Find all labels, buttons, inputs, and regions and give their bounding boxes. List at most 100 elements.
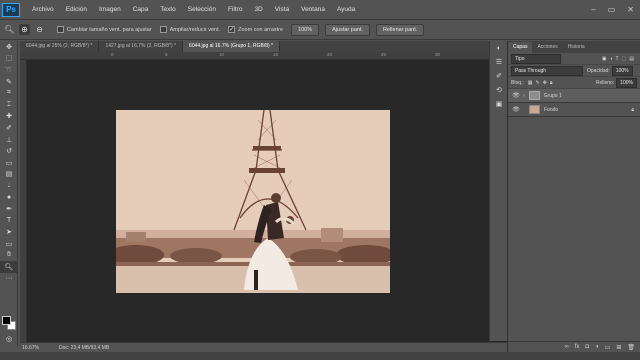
resize-windows-checkbox[interactable] [57, 26, 64, 33]
horizontal-ruler: 0 5 10 15 20 25 30 [20, 52, 507, 60]
canvas-area[interactable] [27, 60, 507, 342]
properties-panel-icon[interactable]: ▣ [490, 97, 508, 111]
brush-tool-icon[interactable]: ✐ [0, 122, 18, 134]
more-tools-icon[interactable]: ··· [0, 273, 18, 285]
adjustments-panel-icon[interactable]: ☰ [490, 55, 508, 69]
zoom-in-icon[interactable]: ⊕ [19, 24, 30, 35]
document-tabs: 6044.jpg al 25% (2, RGB/8*) * 1427.jpg a… [20, 41, 507, 52]
layer-row[interactable]: 👁︎ › Grupo 1 [508, 89, 640, 103]
history-brush-icon[interactable]: ↺ [0, 145, 18, 157]
tab-capas[interactable]: Capas [508, 42, 533, 53]
fit-screen-button[interactable]: Ajustar pant. [325, 23, 371, 36]
hand-tool-icon[interactable]: ✋︎ [0, 250, 18, 262]
fill-field[interactable]: 100% [616, 77, 637, 88]
new-layer-icon[interactable]: ⊞ [616, 344, 621, 351]
document-tab[interactable]: 6044.jpg al 25% (2, RGB/8*) * [20, 41, 100, 52]
menu-edicion[interactable]: Edición [60, 0, 93, 20]
blur-tool-icon[interactable]: 💧︎ [0, 180, 18, 192]
menu-ventana[interactable]: Ventana [295, 0, 331, 20]
layer-filter-select[interactable]: Tipo [511, 53, 561, 64]
crop-tool-icon[interactable]: ⌗ [0, 87, 18, 99]
visibility-eye-icon[interactable]: 👁︎ [511, 106, 521, 113]
pen-tool-icon[interactable]: ✒ [0, 203, 18, 215]
eraser-tool-icon[interactable]: ▭ [0, 157, 18, 169]
healing-brush-icon[interactable]: ✚ [0, 111, 18, 123]
window-controls: – ▭ ✕ [591, 5, 634, 14]
ruler-mark: 25 [381, 52, 387, 57]
clone-stamp-icon[interactable]: ⊥ [0, 134, 18, 146]
menu-bar: Ps Archivo Edición Imagen Capa Texto Sel… [0, 0, 640, 20]
marquee-tool-icon[interactable]: ⬚ [0, 53, 18, 65]
layer-style-icon[interactable]: fx [575, 344, 580, 350]
lock-icons[interactable]: ▦✎✥🔒︎ [528, 80, 556, 86]
document-tab[interactable]: 1427.jpg al 16.7% (2, RGB/8*) * [99, 41, 184, 52]
zoom-100-button[interactable]: 100% [291, 23, 320, 36]
menu-filtro[interactable]: Filtro [222, 0, 248, 20]
lasso-tool-icon[interactable]: ➰ [0, 64, 18, 76]
visibility-eye-icon[interactable]: 👁︎ [511, 92, 521, 99]
layers-panel-footer: ∞ fx ◘ ◑ ▭ ⊞ 🗑︎ [508, 341, 640, 352]
path-select-icon[interactable]: ➤ [0, 227, 18, 239]
minimize-button[interactable]: – [591, 5, 595, 14]
tab-acciones[interactable]: Acciones [532, 42, 562, 53]
brush-panel-icon[interactable]: ✐ [490, 69, 508, 83]
adjustment-layer-icon[interactable]: ◑ [595, 344, 599, 350]
menu-capa[interactable]: Capa [127, 0, 155, 20]
menu-3d[interactable]: 3D [248, 0, 268, 20]
menu-imagen[interactable]: Imagen [93, 0, 127, 20]
type-tool-icon[interactable]: T [0, 215, 18, 227]
scrubby-zoom-option[interactable]: ✓ Zoom con arrastre [228, 26, 283, 33]
tab-historia[interactable]: Historia [563, 42, 590, 53]
scrubby-zoom-checkbox[interactable]: ✓ [228, 26, 236, 33]
lock-label: Bloq.: [511, 79, 524, 86]
link-layers-icon[interactable]: ∞ [564, 344, 568, 350]
ruler-mark: 10 [219, 52, 225, 57]
shape-tool-icon[interactable]: ▭ [0, 238, 18, 250]
color-panel-icon[interactable]: ◐ [490, 41, 508, 55]
delete-layer-icon[interactable]: 🗑︎ [627, 344, 635, 351]
dodge-tool-icon[interactable]: ● [0, 192, 18, 204]
layer-thumbnail [529, 105, 540, 114]
zoom-out-icon[interactable]: ⊖ [34, 24, 45, 35]
zoom-tool-icon[interactable]: 🔍︎ [0, 261, 18, 273]
foreground-color-swatch[interactable] [2, 316, 11, 325]
zoom-tool-icon[interactable]: 🔍︎ [4, 24, 15, 35]
zoom-all-option[interactable]: Ampliar/reducir vent. [159, 26, 220, 33]
lock-row: Bloq.: ▦✎✥🔒︎ Relleno: 100% [508, 77, 640, 89]
menu-texto[interactable]: Texto [154, 0, 182, 20]
folder-icon [528, 91, 540, 100]
zoom-all-checkbox[interactable] [159, 26, 167, 33]
resize-windows-label: Cambiar tamaño vent. para ajustar [67, 26, 152, 33]
close-button[interactable]: ✕ [627, 5, 634, 14]
opacity-label: Opacidad: [587, 67, 610, 74]
filter-icons[interactable]: ▣◑T⬚▤ [602, 56, 637, 62]
blend-mode-select[interactable]: Pass Through [511, 65, 583, 76]
document-image[interactable] [116, 110, 390, 293]
eyedropper-tool-icon[interactable]: ⌶ [0, 99, 18, 111]
maximize-button[interactable]: ▭ [608, 5, 616, 14]
quick-select-tool-icon[interactable]: ✎ [0, 76, 18, 88]
gradient-tool-icon[interactable]: ▤ [0, 169, 18, 181]
move-tool-icon[interactable]: ✥ [0, 41, 18, 53]
resize-windows-option[interactable]: Cambiar tamaño vent. para ajustar [57, 26, 152, 33]
ruler-mark: 15 [273, 52, 279, 57]
fill-screen-button[interactable]: Rellenar pant. [376, 23, 425, 36]
opacity-field[interactable]: 100% [611, 65, 633, 76]
layer-row[interactable]: 👁︎ Fondo 🔒︎ [508, 103, 640, 117]
menu-seleccion[interactable]: Selección [182, 0, 222, 20]
document-size: Doc: 23,4 MB/93,4 MB [58, 345, 110, 351]
document-tab-active[interactable]: 6044.jpg al 16.7% (Grupo 1, RGB/8) * [183, 41, 280, 52]
new-group-icon[interactable]: ▭ [605, 344, 611, 351]
expand-arrow-icon[interactable]: › [523, 93, 525, 99]
toolbox: ✥ ⬚ ➰ ✎ ⌗ ⌶ ✚ ✐ ⊥ ↺ ▭ ▤ 💧︎ ● ✒ T ➤ ▭ ✋︎ … [0, 41, 18, 346]
history-panel-icon[interactable]: ⟲ [490, 83, 508, 97]
add-mask-icon[interactable]: ◘ [585, 344, 589, 350]
quick-mask-icon[interactable]: ◎ [0, 333, 18, 345]
menu-archivo[interactable]: Archivo [26, 0, 60, 20]
color-swatches[interactable] [2, 316, 16, 330]
zoom-level[interactable]: 16.67% [22, 343, 39, 352]
menu-vista[interactable]: Vista [269, 0, 295, 20]
fill-label: Relleno: [595, 79, 615, 86]
menu-ayuda[interactable]: Ayuda [331, 0, 361, 20]
ruler-mark: 5 [165, 52, 168, 57]
